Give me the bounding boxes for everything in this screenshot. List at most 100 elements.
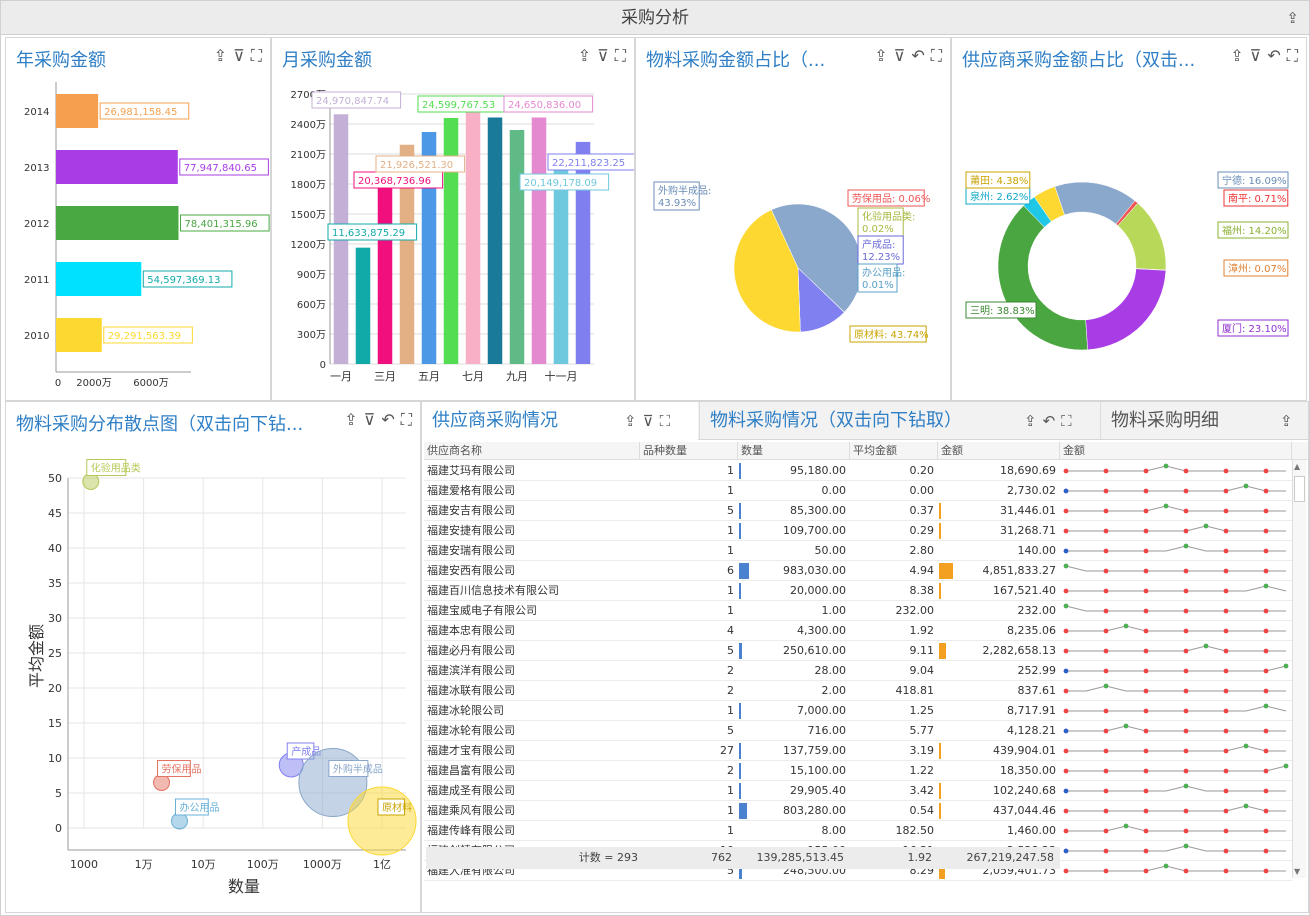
table-row[interactable]: 福建冰轮限公司 1 7,000.00 1.25 8,717.91 <box>424 701 1292 721</box>
col-kind-count[interactable]: 品种数量 <box>640 442 738 460</box>
x-tick-label: 2000万 <box>76 378 111 389</box>
table-row[interactable]: 福建艾玛有限公司 1 95,180.00 0.20 18,690.69 <box>424 461 1292 481</box>
cell-amount: 4,128.21 <box>1007 724 1056 737</box>
table-row[interactable]: 福建才宝有限公司 27 137,759.00 3.19 439,904.01 <box>424 741 1292 761</box>
amount-sparkline <box>1063 703 1287 714</box>
clear-filter-icon[interactable]: ⊽ <box>1250 46 1262 65</box>
cell-amount: 8,235.06 <box>1007 624 1056 637</box>
table-row[interactable]: 福建冰轮有限公司 5 716.00 5.77 4,128.21 <box>424 721 1292 741</box>
undo-icon[interactable]: ↶ <box>1043 402 1056 440</box>
scroll-down-icon[interactable]: ▼ <box>1294 867 1300 876</box>
sparkline-point <box>1143 548 1149 554</box>
sparkline-point <box>1263 568 1269 574</box>
table-scrollbar[interactable]: ▲ ▼ <box>1292 460 1306 878</box>
sparkline-path <box>1066 725 1286 732</box>
undo-icon[interactable]: ↶ <box>1267 46 1280 65</box>
sparkline-point <box>1183 528 1189 534</box>
sparkline-point <box>1263 688 1269 694</box>
table-row[interactable]: 福建宝威电子有限公司 1 1.00 232.00 232.00 <box>424 601 1292 621</box>
sparkline-point <box>1223 568 1229 574</box>
monthly-bar-chart[interactable]: 0300万600万900万1200万1500万1800万2100万2400万27… <box>272 72 635 401</box>
fullscreen-icon[interactable]: ⛶ <box>931 46 942 66</box>
sparkline-point <box>1103 488 1109 494</box>
cell-avg-amount: 0.00 <box>909 484 935 497</box>
point-label: 办公用品 <box>179 801 219 814</box>
col-avg-amount[interactable]: 平均金额 <box>850 442 938 460</box>
x-axis-label: 数量 <box>228 877 260 896</box>
table-row[interactable]: 福建乘风有限公司 1 803,280.00 0.54 437,044.46 <box>424 801 1292 821</box>
export-icon[interactable]: ⇪ <box>1286 1 1299 35</box>
y-tick-label: 45 <box>48 507 62 520</box>
sparkline-point <box>1063 688 1069 694</box>
y-tick-label: 40 <box>48 542 62 555</box>
undo-icon[interactable]: ↶ <box>381 410 394 429</box>
clear-filter-icon[interactable]: ⊽ <box>894 46 906 65</box>
clear-filter-icon[interactable]: ⊽ <box>643 402 654 440</box>
fullscreen-icon[interactable]: ⛶ <box>1287 46 1298 66</box>
material-pie-chart[interactable]: 外购半成品:43.93% 劳保用品: 0.06% 化验用品类:0.02% 产成品:12… <box>636 72 951 401</box>
col-amount-sparkline[interactable]: 金额 <box>1060 442 1292 460</box>
amount-databar <box>939 643 946 659</box>
sparkline-path <box>1065 565 1286 572</box>
undo-icon[interactable]: ↶ <box>911 46 924 65</box>
clear-filter-icon[interactable]: ⊽ <box>364 410 376 429</box>
sparkline-point <box>1103 848 1109 854</box>
data-label: 20,149,178.09 <box>524 178 597 189</box>
table-row[interactable]: 福建百川信息技术有限公司 1 20,000.00 8.38 167,521.40 <box>424 581 1292 601</box>
col-supplier-name[interactable]: 供应商名称 <box>424 442 640 460</box>
table-row[interactable]: 福建冰联有限公司 2 2.00 418.81 837.61 <box>424 681 1292 701</box>
cell-avg-amount: 5.77 <box>909 724 935 737</box>
sparkline-point <box>1063 788 1069 794</box>
table-row[interactable]: 福建本忠有限公司 4 4,300.00 1.92 8,235.06 <box>424 621 1292 641</box>
table-row[interactable]: 福建爱格有限公司 1 0.00 0.00 2,730.02 <box>424 481 1292 501</box>
sparkline-point <box>1103 768 1109 774</box>
table-row[interactable]: 福建安吉有限公司 5 85,300.00 0.37 31,446.01 <box>424 501 1292 521</box>
export-icon[interactable]: ⇪ <box>1230 46 1243 65</box>
cell-quantity: 983,030.00 <box>783 564 846 577</box>
cell-supplier-name: 福建百川信息技术有限公司 <box>427 584 559 597</box>
table-row[interactable]: 福建安西有限公司 6 983,030.00 4.94 4,851,833.27 <box>424 561 1292 581</box>
fullscreen-icon[interactable]: ⛶ <box>615 46 626 66</box>
export-icon[interactable]: ⇪ <box>874 46 887 65</box>
sparkline-point <box>1223 628 1229 634</box>
scroll-up-icon[interactable]: ▲ <box>1294 462 1300 471</box>
export-icon[interactable]: ⇪ <box>214 46 227 65</box>
scatter-chart[interactable]: 0 5 10 15 20 25 30 35 40 45 50 1000 1万 10万 100万 1000万 1亿… <box>6 436 421 913</box>
col-amount[interactable]: 金额 <box>938 442 1060 460</box>
sparkline-point <box>1143 668 1149 674</box>
export-icon[interactable]: ⇪ <box>624 402 637 440</box>
cell-kind-count: 6 <box>727 564 734 577</box>
sparkline-point <box>1283 763 1289 769</box>
table-row[interactable]: 福建传峰有限公司 1 8.00 182.50 1,460.00 <box>424 821 1292 841</box>
fullscreen-icon[interactable]: ⛶ <box>251 46 262 66</box>
cell-avg-amount: 3.42 <box>909 784 935 797</box>
table-row[interactable]: 福建必丹有限公司 5 250,610.00 9.11 2,282,658.13 <box>424 641 1292 661</box>
y-tick-label: 2010 <box>24 331 49 342</box>
export-icon[interactable]: ⇪ <box>1280 402 1293 440</box>
bar <box>355 247 371 364</box>
table-row[interactable]: 福建安捷有限公司 1 109,700.00 0.29 31,268.71 <box>424 521 1292 541</box>
clear-filter-icon[interactable]: ⊽ <box>597 46 609 65</box>
sparkline-path <box>1066 465 1286 472</box>
y-tick-label: 2012 <box>24 219 49 230</box>
export-icon[interactable]: ⇪ <box>578 46 591 65</box>
cell-amount: 31,446.01 <box>1000 504 1056 517</box>
annual-bar-chart[interactable]: 2014 26,981,158.45 2013 77,947,840.65 2012 78… <box>6 72 271 401</box>
data-label: 24,599,767.53 <box>422 100 495 111</box>
col-quantity[interactable]: 数量 <box>738 442 850 460</box>
table-row[interactable]: 福建昌富有限公司 2 15,100.00 1.22 18,350.00 <box>424 761 1292 781</box>
export-icon[interactable]: ⇪ <box>344 410 357 429</box>
table-row[interactable]: 福建滨洋有限公司 2 28.00 9.04 252.99 <box>424 661 1292 681</box>
export-icon[interactable]: ⇪ <box>1024 402 1037 440</box>
supplier-donut-chart[interactable]: 宁德: 16.09% 南平: 0.71% 福州: 14.20% 漳州: 0.07% 厦门… <box>952 72 1307 401</box>
fullscreen-icon[interactable]: ⛶ <box>660 402 671 440</box>
clear-filter-icon[interactable]: ⊽ <box>233 46 245 65</box>
table-row[interactable]: 福建安瑞有限公司 1 50.00 2.80 140.00 <box>424 541 1292 561</box>
fullscreen-icon[interactable]: ⛶ <box>401 410 412 430</box>
cell-amount: 102,240.68 <box>993 784 1056 797</box>
scroll-thumb[interactable] <box>1294 476 1305 502</box>
table-row[interactable]: 福建成圣有限公司 1 29,905.40 3.42 102,240.68 <box>424 781 1292 801</box>
fullscreen-icon[interactable]: ⛶ <box>1061 402 1072 440</box>
point-label: 化验用品类 <box>91 462 141 475</box>
x-tick-label: 九月 <box>506 370 528 383</box>
